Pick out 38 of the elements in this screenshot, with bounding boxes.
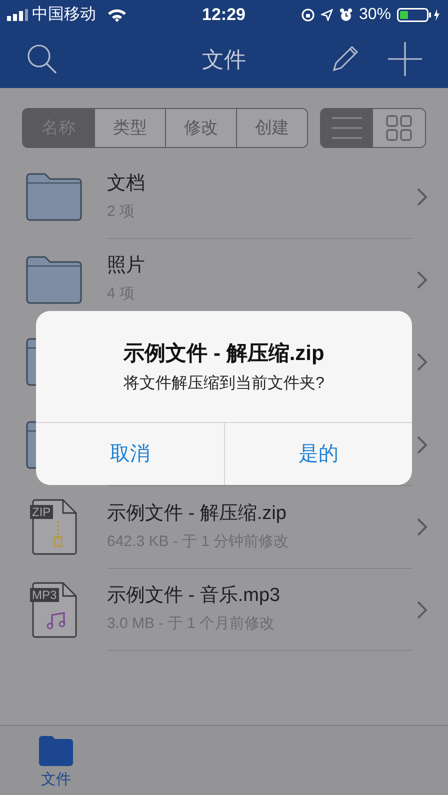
dialog-title: 示例文件 - 解压缩.zip [124,341,324,367]
nav-title: 文件 [202,46,246,74]
file-type-label: ZIP [30,505,53,520]
zipper-file-icon [30,499,78,556]
alarm-icon [338,8,353,22]
carrier-name: 中国移动 [32,4,96,25]
chevron-right-icon [416,352,428,372]
file-name: 示例文件 - 音乐.mp3 [107,584,280,608]
grid-view-button[interactable] [373,109,425,147]
status-time: 12:29 [202,4,246,26]
list-icon [332,117,362,139]
location-icon [320,9,333,21]
dialog-message: 将文件解压缩到当前文件夹? [124,374,324,394]
sort-tab[interactable]: 修改 [165,109,236,147]
battery-percent: 30% [358,5,391,25]
sort-tab[interactable]: 类型 [94,109,165,147]
search-button[interactable] [26,43,58,75]
sort-tab[interactable]: 创建 [236,109,307,147]
file-name: 照片 [107,254,145,278]
edit-button[interactable] [330,44,360,74]
chevron-right-icon [416,187,428,208]
file-name: 文档 [107,172,145,196]
music-file-icon [30,582,78,638]
grid-icon [386,115,412,141]
file-name: 示例文件 - 解压缩.zip [107,502,286,526]
dialog-button[interactable]: 取消 [36,423,224,485]
chevron-right-icon [416,434,428,455]
chevron-right-icon [416,600,428,620]
add-button[interactable] [388,42,422,76]
wifi-icon [107,8,127,22]
tab-item[interactable]: 文件 [0,726,112,795]
rotation-lock-icon [300,8,315,22]
battery-icon [397,8,441,22]
dialog-button[interactable]: 是的 [224,423,412,485]
chevron-right-icon [416,270,428,290]
chevron-right-icon [416,517,428,538]
file-type-label: MP3 [30,588,59,602]
signal-icon [7,9,29,21]
